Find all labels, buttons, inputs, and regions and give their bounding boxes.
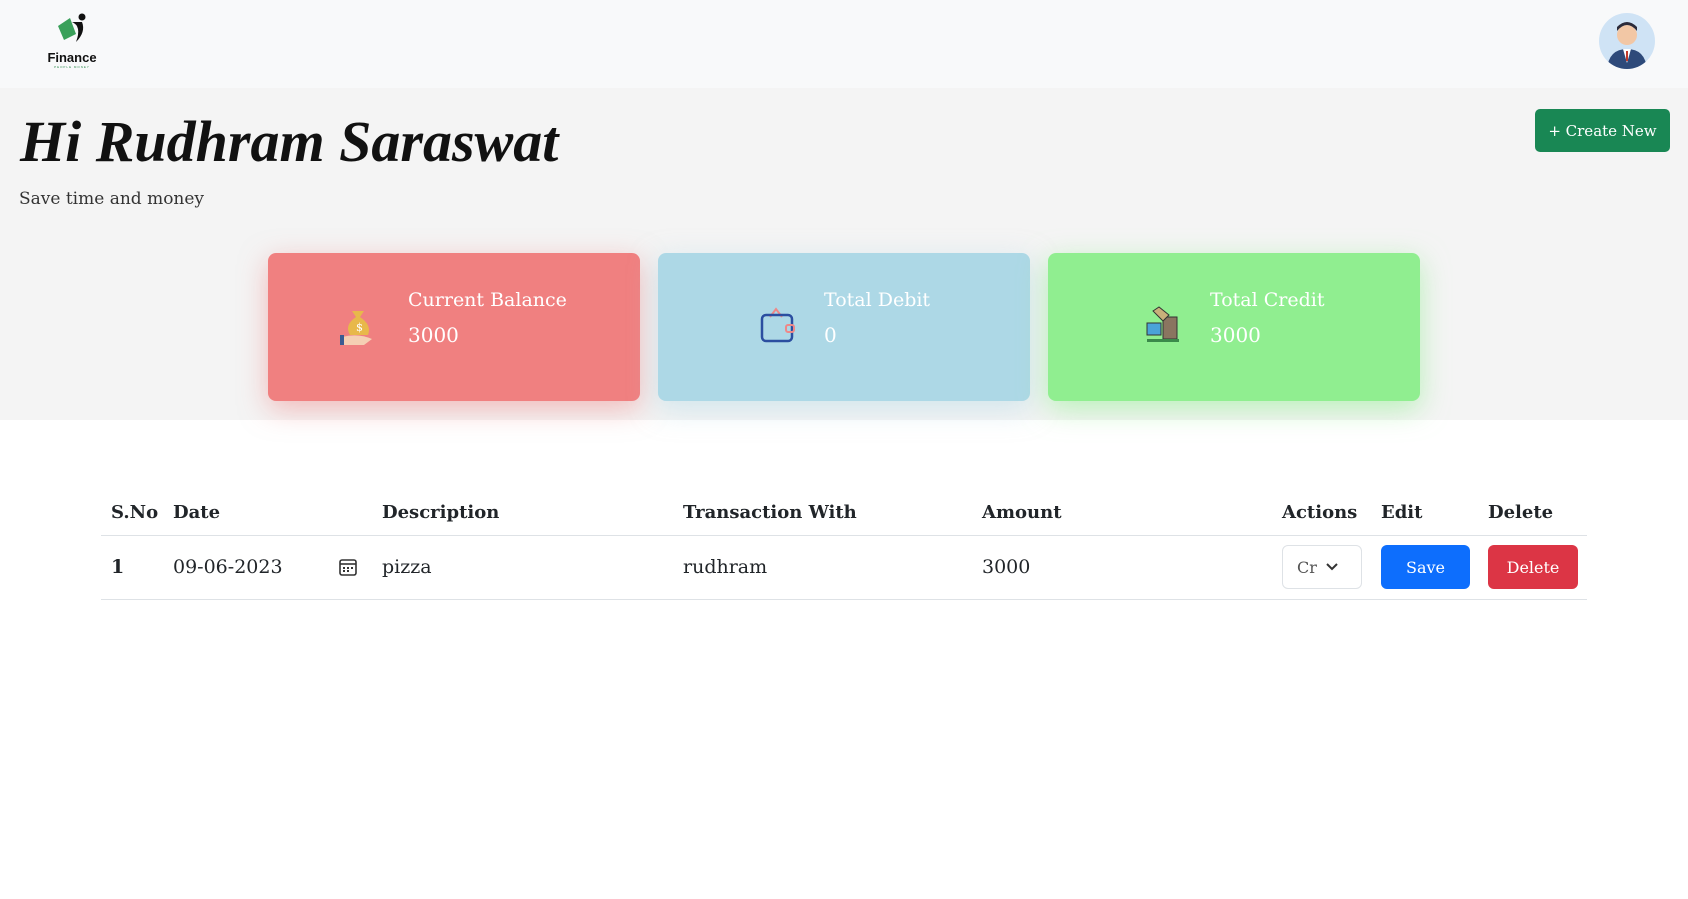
cell-description[interactable]: pizza <box>372 535 673 600</box>
col-actions: Actions <box>1272 490 1371 536</box>
svg-text:$: $ <box>356 321 363 334</box>
card-value: 0 <box>824 323 837 347</box>
logo-icon <box>58 13 86 42</box>
delete-button[interactable]: Delete <box>1488 545 1578 589</box>
total-debit-card: Total Debit 0 <box>658 253 1030 401</box>
logo-tagline: PEOPLE MONEY <box>54 65 90 69</box>
table-row: 1 09-06-2023 pizza rudhram 3000 Cr Save … <box>101 535 1587 600</box>
logo[interactable]: Finance PEOPLE MONEY <box>44 12 100 74</box>
avatar[interactable] <box>1599 13 1655 69</box>
cell-transaction-with[interactable]: rudhram <box>673 535 972 600</box>
card-label: Total Credit <box>1210 289 1325 311</box>
card-value: 3000 <box>1210 323 1261 347</box>
card-label: Current Balance <box>408 289 567 311</box>
current-balance-card: $ Current Balance 3000 <box>268 253 640 401</box>
chevron-down-icon <box>1326 563 1338 571</box>
table-header-row: S.No Date Description Transaction With A… <box>101 490 1587 536</box>
page-title: Hi Rudhram Saraswat <box>20 109 559 174</box>
create-new-button[interactable]: + Create New <box>1535 109 1670 152</box>
wallet-icon <box>760 307 795 343</box>
calendar-icon[interactable] <box>338 557 358 577</box>
total-credit-card: Total Credit 3000 <box>1048 253 1420 401</box>
top-navbar: Finance PEOPLE MONEY <box>0 0 1688 88</box>
col-description: Description <box>372 490 673 536</box>
date-input[interactable]: 09-06-2023 <box>163 535 372 600</box>
transactions-table: S.No Date Description Transaction With A… <box>101 490 1587 600</box>
col-delete: Delete <box>1478 490 1587 536</box>
logo-name: Finance <box>47 50 97 65</box>
col-amount: Amount <box>972 490 1272 536</box>
page-subtitle: Save time and money <box>19 189 205 209</box>
col-transaction-with: Transaction With <box>673 490 972 536</box>
cell-date: 09-06-2023 <box>173 556 283 578</box>
cell-sno: 1 <box>101 535 163 600</box>
save-button[interactable]: Save <box>1381 545 1470 589</box>
col-sno: S.No <box>101 490 163 536</box>
money-bag-icon: $ <box>340 311 372 345</box>
col-edit: Edit <box>1371 490 1478 536</box>
action-select[interactable]: Cr <box>1282 545 1362 589</box>
credit-icon <box>1146 306 1179 342</box>
card-value: 3000 <box>408 323 459 347</box>
card-label: Total Debit <box>824 289 931 311</box>
action-select-value: Cr <box>1297 557 1317 577</box>
col-date: Date <box>163 490 372 536</box>
cell-amount[interactable]: 3000 <box>972 535 1272 600</box>
